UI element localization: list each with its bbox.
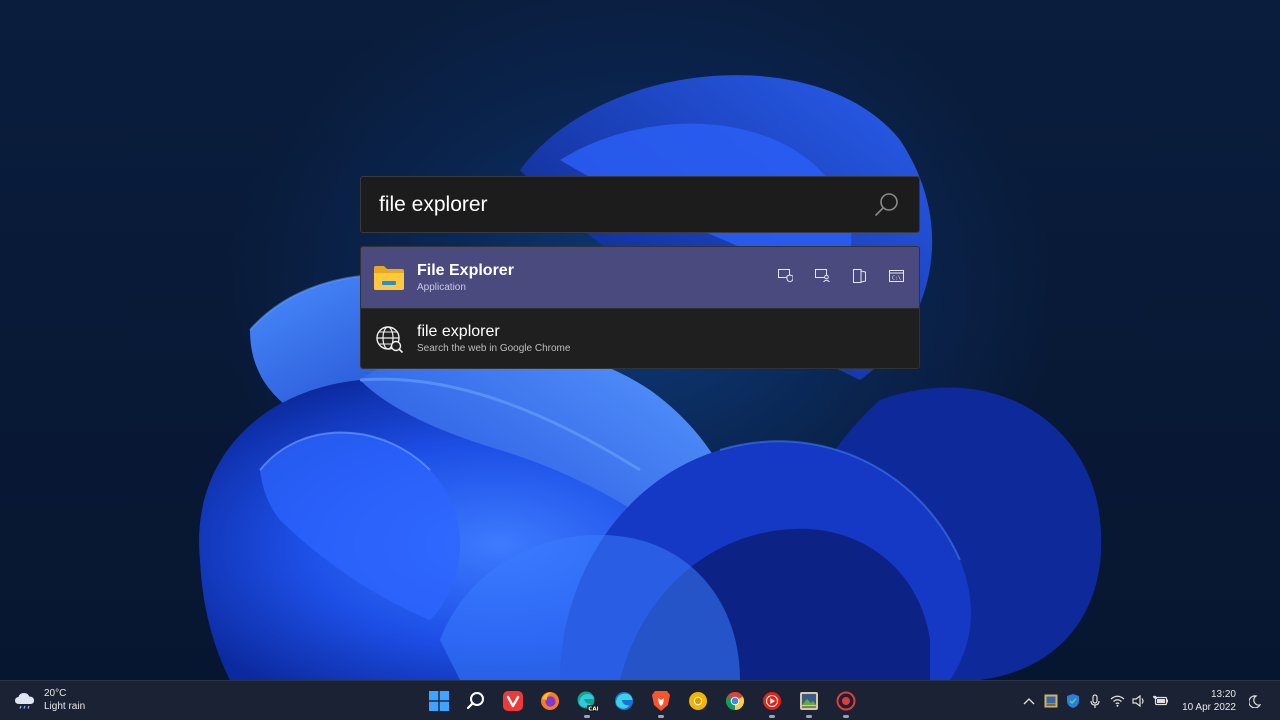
weather-temperature: 20°C xyxy=(44,688,67,699)
taskbar: 20°C Light rain CA 13:20 10 Apr 2022 xyxy=(0,680,1280,720)
chrome-icon xyxy=(725,692,744,710)
taskbar-app-youtube-music[interactable] xyxy=(753,681,790,720)
wifi-icon[interactable] xyxy=(1106,681,1128,720)
taskbar-app-edge-canary[interactable]: CAN xyxy=(568,681,605,720)
run-as-admin-icon[interactable] xyxy=(777,267,794,284)
run-as-user-icon[interactable] xyxy=(814,267,831,284)
edge-can-icon: CAN xyxy=(577,691,598,712)
taskbar-app-edge[interactable] xyxy=(605,681,642,720)
result-title: File Explorer xyxy=(417,261,514,279)
clock-time: 13:20 xyxy=(1210,689,1236,700)
chrome-canary-icon xyxy=(688,692,707,710)
weather-widget[interactable]: 20°C Light rain xyxy=(14,687,85,713)
windows-logo-icon xyxy=(428,691,449,711)
launcher-search-input[interactable] xyxy=(379,192,873,217)
result-item-web-search[interactable]: file explorer Search the web in Google C… xyxy=(361,308,919,368)
brave-icon xyxy=(651,691,670,711)
search-button[interactable] xyxy=(457,681,494,720)
open-in-console-icon[interactable]: C:\ xyxy=(888,267,905,284)
result-context-actions: C:\ xyxy=(777,267,905,284)
launcher-search-box[interactable] xyxy=(360,176,920,233)
result-title: file explorer xyxy=(417,323,500,340)
microphone-icon[interactable] xyxy=(1084,681,1106,720)
youtube-music-icon xyxy=(762,692,781,710)
defender-icon[interactable] xyxy=(1062,681,1084,720)
result-subtitle: Application xyxy=(417,281,466,293)
battery-icon[interactable] xyxy=(1150,681,1172,720)
taskbar-app-photo[interactable] xyxy=(790,681,827,720)
clock-date: 10 Apr 2022 xyxy=(1182,702,1236,713)
open-containing-folder-icon[interactable] xyxy=(851,267,868,284)
taskbar-app-brave[interactable] xyxy=(642,681,679,720)
launcher-results-list: File Explorer Application C:\ file explo… xyxy=(360,246,920,369)
cloud-rain-icon xyxy=(15,693,34,709)
svg-text:C:\: C:\ xyxy=(892,275,901,281)
system-tray: 13:20 10 Apr 2022 xyxy=(1018,681,1280,720)
folder-icon xyxy=(373,262,405,294)
result-item-file-explorer[interactable]: File Explorer Application C:\ xyxy=(361,247,919,308)
vivaldi-icon xyxy=(502,691,523,711)
record-icon xyxy=(836,691,855,711)
taskbar-app-vivaldi[interactable] xyxy=(494,681,531,720)
svg-text:CAN: CAN xyxy=(588,707,598,712)
search-icon[interactable] xyxy=(873,191,901,219)
search-icon xyxy=(466,692,484,710)
firefox-icon xyxy=(540,692,559,710)
taskbar-app-screen-recorder[interactable] xyxy=(827,681,864,720)
chevron-up-icon[interactable] xyxy=(1018,681,1040,720)
volume-icon[interactable] xyxy=(1128,681,1150,720)
web-search-icon xyxy=(373,323,405,355)
taskbar-app-chrome-canary[interactable] xyxy=(679,681,716,720)
taskbar-app-firefox[interactable] xyxy=(531,681,568,720)
edge-icon xyxy=(614,692,633,710)
weather-condition: Light rain xyxy=(44,701,86,712)
taskbar-app-chrome[interactable] xyxy=(716,681,753,720)
result-subtitle: Search the web in Google Chrome xyxy=(417,343,571,354)
photo-icon xyxy=(799,692,818,710)
taskbar-apps: CAN xyxy=(420,681,864,720)
focus-assist-moon-icon[interactable] xyxy=(1244,681,1266,720)
start-button[interactable] xyxy=(420,681,457,720)
app-tray-icon[interactable] xyxy=(1040,681,1062,720)
taskbar-clock[interactable]: 13:20 10 Apr 2022 xyxy=(1182,688,1236,714)
